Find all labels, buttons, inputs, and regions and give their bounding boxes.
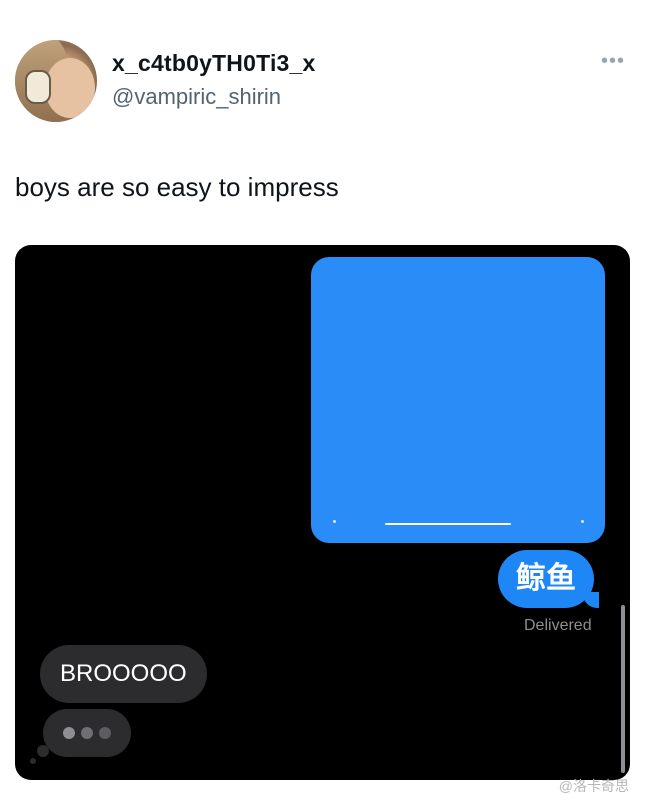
media-dot-left — [333, 520, 336, 523]
headphone-icon — [25, 70, 51, 104]
typing-tail-small — [30, 758, 36, 764]
scrollbar[interactable] — [621, 605, 625, 773]
media-dot-right — [581, 520, 584, 523]
sent-media-bubble — [311, 257, 605, 543]
typing-indicator — [43, 709, 131, 757]
typing-dot-icon — [81, 727, 93, 739]
media-progress-bar — [385, 523, 511, 525]
typing-tail — [37, 745, 49, 757]
typing-dot-icon — [99, 727, 111, 739]
user-handle[interactable]: @vampiric_shirin — [112, 84, 281, 110]
received-message-bubble: BROOOOO — [40, 645, 207, 703]
display-name[interactable]: x_c4tb0yTH0Ti3_x — [112, 50, 316, 77]
typing-dot-icon — [63, 727, 75, 739]
sent-message-bubble: 鲸鱼 — [498, 550, 599, 608]
avatar-face — [45, 58, 95, 118]
watermark: @洛卡奇思 — [558, 778, 629, 794]
more-options-icon[interactable]: ••• — [601, 50, 625, 73]
avatar[interactable] — [15, 40, 97, 122]
delivery-status: Delivered — [524, 617, 592, 634]
tweet-text: boys are so easy to impress — [15, 172, 339, 202]
attached-chat-screenshot[interactable]: 鲸鱼 Delivered BROOOOO — [15, 245, 630, 780]
